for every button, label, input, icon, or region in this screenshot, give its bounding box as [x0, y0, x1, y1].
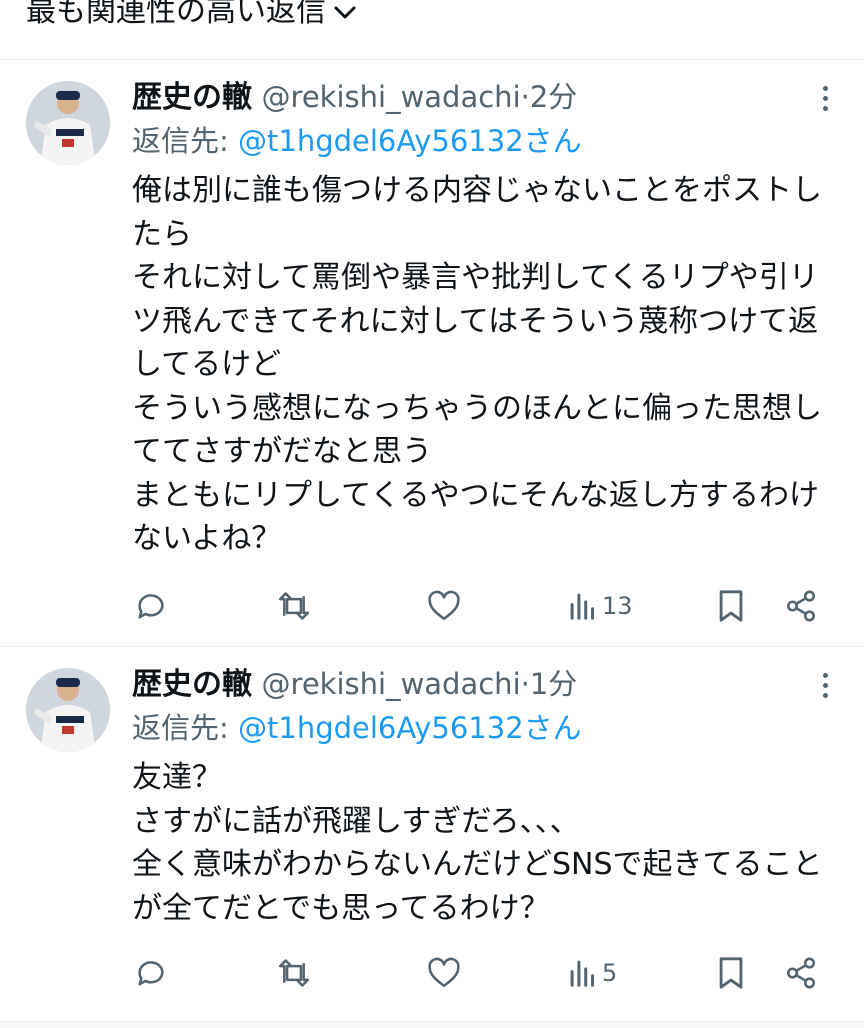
share-icon [786, 590, 816, 622]
retweet-icon [278, 592, 310, 620]
timestamp[interactable]: 2分 [530, 80, 577, 114]
like-icon [428, 590, 460, 621]
retweet-button[interactable] [276, 586, 312, 626]
views-count: 13 [602, 592, 633, 620]
replying-to-label: 返信先: [132, 711, 238, 745]
reply-sort-label: 最も関連性の高い返信 [26, 0, 326, 29]
avatar[interactable] [26, 668, 110, 752]
views-button[interactable]: 13 [568, 586, 633, 626]
avatar-image [26, 81, 110, 165]
avatar-image [26, 668, 110, 752]
replying-to-label: 返信先: [132, 124, 238, 158]
tweet-text: 俺は別に誰も傷つける内容じゃないことをポストしたら それに対して罵倒や暴言や批判… [132, 173, 822, 556]
more-icon [820, 673, 830, 698]
bookmark-icon [719, 957, 743, 989]
views-button[interactable]: 5 [568, 953, 617, 993]
reply-button[interactable] [134, 953, 168, 993]
user-handle[interactable]: @rekishi_wadachi [262, 80, 521, 114]
share-icon [786, 957, 816, 989]
like-button[interactable] [427, 953, 461, 993]
more-options-button[interactable] [820, 673, 830, 703]
like-button[interactable] [427, 586, 461, 626]
replying-to-link[interactable]: @t1hgdel6Ay56132さん [238, 124, 582, 158]
share-button[interactable] [784, 586, 818, 626]
tweet-text: 友達？ さすがに話が飛躍しすぎだろ、、、 全く意味がわからないんだけどSNSで起… [132, 760, 823, 926]
reply-icon [138, 961, 164, 986]
like-icon [428, 957, 460, 988]
views-icon [570, 593, 595, 620]
display-name[interactable]: 歴史の轍 [132, 667, 252, 702]
replying-to: 返信先: @t1hgdel6Ay56132さん [132, 708, 582, 748]
separator-dot: · [520, 80, 530, 114]
reply-button[interactable] [134, 586, 168, 626]
more-icon [820, 86, 830, 111]
avatar[interactable] [26, 81, 110, 165]
more-options-button[interactable] [820, 86, 830, 116]
display-name[interactable]: 歴史の轍 [132, 80, 252, 115]
chevron-down-icon [334, 6, 356, 18]
views-count: 5 [602, 959, 618, 987]
timestamp[interactable]: 1分 [530, 667, 577, 701]
user-handle[interactable]: @rekishi_wadachi [262, 667, 521, 701]
reply-sort-dropdown[interactable]: 最も関連性の高い返信 [26, 0, 356, 34]
reply-sort-bar: 最も関連性の高い返信 [0, 0, 864, 60]
tweet-header: 歴史の轍 @rekishi_wadachi·2分 [132, 77, 577, 117]
reply-icon [138, 594, 164, 619]
reply-tweet[interactable]: 歴史の轍 @rekishi_wadachi·2分 返信先: @t1hgdel6A… [0, 61, 864, 647]
tweet-actions: 13 [0, 586, 864, 626]
bookmark-button[interactable] [716, 586, 746, 626]
tweet-header: 歴史の轍 @rekishi_wadachi·1分 [132, 664, 577, 704]
replying-to-link[interactable]: @t1hgdel6Ay56132さん [238, 711, 582, 745]
separator-dot: · [520, 667, 530, 701]
replying-to: 返信先: @t1hgdel6Ay56132さん [132, 121, 582, 161]
reply-tweet[interactable]: 歴史の轍 @rekishi_wadachi·1分 返信先: @t1hgdel6A… [0, 648, 864, 1022]
tweet-actions: 5 [0, 953, 864, 993]
share-button[interactable] [784, 953, 818, 993]
retweet-icon [278, 959, 310, 987]
feed-divider [0, 1022, 864, 1028]
bookmark-icon [719, 590, 743, 622]
views-icon [570, 960, 595, 987]
bookmark-button[interactable] [716, 953, 746, 993]
retweet-button[interactable] [276, 953, 312, 993]
